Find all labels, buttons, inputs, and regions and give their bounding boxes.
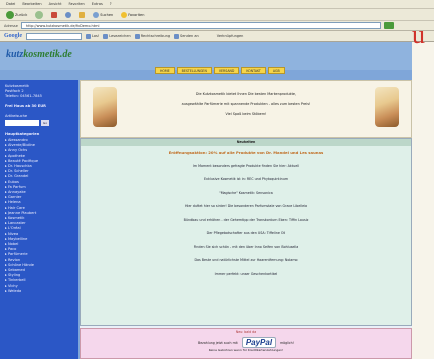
browser-window: Datei Bearbeiten Ansicht Favoriten Extra… <box>0 0 434 359</box>
model-face-image-right <box>375 87 399 127</box>
news-line[interactable]: Das Beste und natürlichste Mittel zur Ha… <box>81 254 411 268</box>
news-header: Neuheiten <box>81 139 411 146</box>
back-arrow-icon <box>6 10 14 19</box>
paypal-logo[interactable]: PayPal <box>241 337 277 348</box>
url-input[interactable]: http://www.kutzkosmetik.de/fixDemo.html <box>20 22 381 29</box>
model-face-image-left <box>93 87 117 127</box>
address-label: Adresse <box>4 23 18 28</box>
stop-button[interactable] <box>49 10 59 19</box>
shop-address: Kutzkosmetik Postfach 2 Telefon: 04561-7… <box>5 84 42 98</box>
paypal-pre: Bezahlung jetzt auch mit <box>198 340 238 345</box>
news-box: Neuheiten Eröffnungsaktion: 20% auf alle… <box>80 138 412 326</box>
news-line[interactable]: "Magische" Kosmetik: Sensonica <box>81 187 411 201</box>
menu-help[interactable]: ? <box>110 2 112 6</box>
menu-file[interactable]: Datei <box>6 2 15 6</box>
news-line[interactable]: Hier duftet hier so sinter! Die besonder… <box>81 200 411 214</box>
category-title: Hauptkategorien <box>5 132 40 136</box>
stop-icon <box>51 11 58 18</box>
news-line[interactable]: Exklusive Kosmetik ist in: REC und Phyto… <box>81 173 411 187</box>
search-button[interactable]: Suchen <box>91 10 115 19</box>
forward-arrow-icon <box>35 10 44 19</box>
google-search-input[interactable] <box>26 32 82 40</box>
welcome-line: ausgewählte Parfümerie mit spannende Pro… <box>181 102 311 106</box>
navigation-toolbar: Zurück Suchen Favoriten <box>0 9 434 21</box>
google-go-button[interactable]: Los! <box>86 33 99 39</box>
sidebar: Kutzkosmetik Postfach 2 Telefon: 04561-7… <box>0 80 78 359</box>
nav-versand[interactable]: VERSAND <box>213 67 240 74</box>
web-page: kutzkosmetik.de HOME BESTELLUNGEN VERSAN… <box>0 42 412 359</box>
welcome-line: Die Kutzkosmetik bietet Ihnen Die besten… <box>195 92 297 96</box>
nav-bestellungen[interactable]: BESTELLUNGEN <box>176 67 212 74</box>
menu-tools[interactable]: Extras <box>92 2 103 6</box>
welcome-text: Die Kutzkosmetik bietet Ihnen Die besten… <box>131 89 361 119</box>
google-toolbar: Google Los! Lesezeichen Rechtschreibung … <box>0 31 434 42</box>
google-logo: Google <box>4 33 22 39</box>
nav-agb[interactable]: AGB <box>267 67 285 74</box>
news-line[interactable]: Finden Sie sich schön - mit den über Inn… <box>81 241 411 255</box>
paypal-row: Bezahlung jetzt auch mit PayPal möglich! <box>81 337 411 348</box>
menu-bar: Datei Bearbeiten Ansicht Favoriten Extra… <box>0 0 434 9</box>
bookmarks-button[interactable]: Lesezeichen <box>103 33 131 39</box>
bookmark-icon <box>103 33 109 39</box>
news-line[interactable]: Der Pflegebotschafter aus den USA: Tiffe… <box>81 227 411 241</box>
menu-view[interactable]: Ansicht <box>49 2 62 6</box>
nav-kontakt[interactable]: KONTAKT <box>241 67 266 74</box>
address-bar: Adresse http://www.kutzkosmetik.de/fixDe… <box>0 21 434 31</box>
site-logo[interactable]: kutzkosmetik.de <box>6 49 72 60</box>
decorative-red-letter: u <box>412 20 425 49</box>
article-search-input[interactable] <box>5 120 39 126</box>
search-label: Suchen <box>100 12 114 17</box>
favorites-label: Favoriten <box>128 12 145 17</box>
send-to-button[interactable]: Senden an <box>174 33 199 39</box>
search-label: Artikelsuche <box>5 114 28 118</box>
paypal-post: möglich! <box>280 340 294 345</box>
news-line[interactable]: Immer perfekt: unser Geschenkartikel <box>81 268 411 282</box>
google-go-icon <box>86 33 91 39</box>
spellcheck-button[interactable]: Rechtschreibung <box>134 33 170 39</box>
promo-headline[interactable]: Eröffnungsaktion: 20% auf alle Produkte … <box>81 146 411 160</box>
article-search-button[interactable]: Go <box>41 120 49 126</box>
home-button[interactable] <box>77 10 87 19</box>
top-navigation: HOME BESTELLUNGEN VERSAND KONTAKT AGB <box>155 67 285 74</box>
spellcheck-icon <box>134 33 140 39</box>
category-link[interactable]: ▸ Weleda <box>5 289 73 294</box>
search-icon <box>93 11 100 18</box>
free-shipping-note: Frei Haus ab 30 EUR <box>5 104 46 108</box>
forward-button[interactable] <box>33 10 45 19</box>
links-label[interactable]: Verknüpfungen <box>217 34 244 38</box>
menu-favorites[interactable]: Favoriten <box>69 2 85 6</box>
background-decoration <box>412 42 434 359</box>
send-icon <box>174 33 180 39</box>
home-icon <box>79 11 86 18</box>
main-content: Die Kutzkosmetik bietet Ihnen Die besten… <box>80 80 412 359</box>
favorites-button[interactable]: Favoriten <box>119 10 146 19</box>
paypal-header: Neu: bald da <box>235 330 257 334</box>
back-button[interactable]: Zurück <box>4 10 29 19</box>
menu-edit[interactable]: Bearbeiten <box>22 2 41 6</box>
sidebar-search: Go <box>5 120 73 126</box>
welcome-box: Die Kutzkosmetik bietet Ihnen Die besten… <box>80 80 412 138</box>
news-lines: Im Moment besonders gefragte Produkte fi… <box>81 160 411 282</box>
welcome-line: Viel Spaß beim Stöbern! <box>225 112 267 116</box>
refresh-button[interactable] <box>63 10 73 19</box>
news-line[interactable]: Im Moment besonders gefragte Produkte fi… <box>81 160 411 174</box>
refresh-icon <box>65 11 72 18</box>
nav-home[interactable]: HOME <box>155 67 175 74</box>
paypal-box: Neu: bald da Bezahlung jetzt auch mit Pa… <box>80 328 412 359</box>
go-button[interactable] <box>383 22 394 29</box>
site-header: kutzkosmetik.de HOME BESTELLUNGEN VERSAN… <box>0 42 412 74</box>
news-line[interactable]: Bündbau und erhöhen - der Gehemtipp der … <box>81 214 411 228</box>
star-icon <box>121 11 128 18</box>
category-list: ▸ Alessandro ▸ Alverde/Bioline ▸ Anny Ochs… <box>5 138 73 294</box>
back-label: Zurück <box>15 12 28 17</box>
paypal-subtext: Keine Gebühren wenn für Kreditkartenzahl… <box>208 348 284 352</box>
